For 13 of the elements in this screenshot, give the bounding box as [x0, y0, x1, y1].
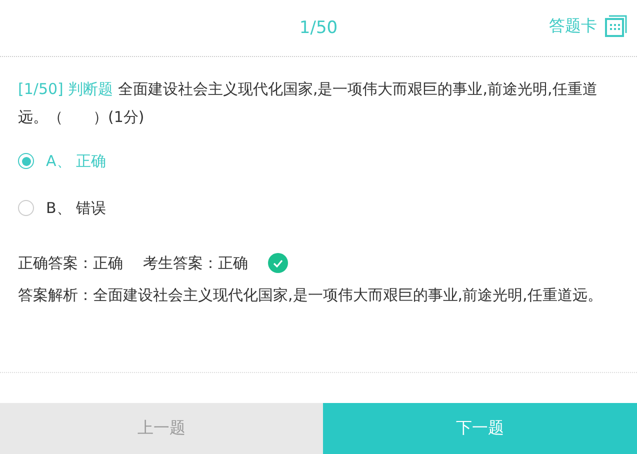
answer-option[interactable]: B、 错误: [18, 198, 619, 218]
question-text: [1/50] 判断题 全面建设社会主义现代化国家,是一项伟大而艰巨的事业,前途光明,任重道远。（ ）(1分): [18, 79, 598, 128]
answer-card-button[interactable]: 答题卡: [549, 15, 627, 37]
answer-analysis: 答案解析：全面建设社会主义现代化国家,是一项伟大而艰巨的事业,前途光明,任重道远。: [18, 285, 604, 306]
progress-counter: 1/50: [299, 18, 338, 38]
radio-button[interactable]: [18, 153, 34, 169]
your-answer: 考生答案：正确: [143, 254, 248, 272]
radio-button[interactable]: [18, 200, 34, 216]
grid-icon: [605, 15, 627, 37]
answer-option[interactable]: A、 正确: [18, 151, 619, 171]
next-button[interactable]: 下一题: [323, 403, 637, 454]
correct-answer: 正确答案：正确: [18, 254, 123, 272]
previous-button[interactable]: 上一题: [0, 403, 323, 454]
